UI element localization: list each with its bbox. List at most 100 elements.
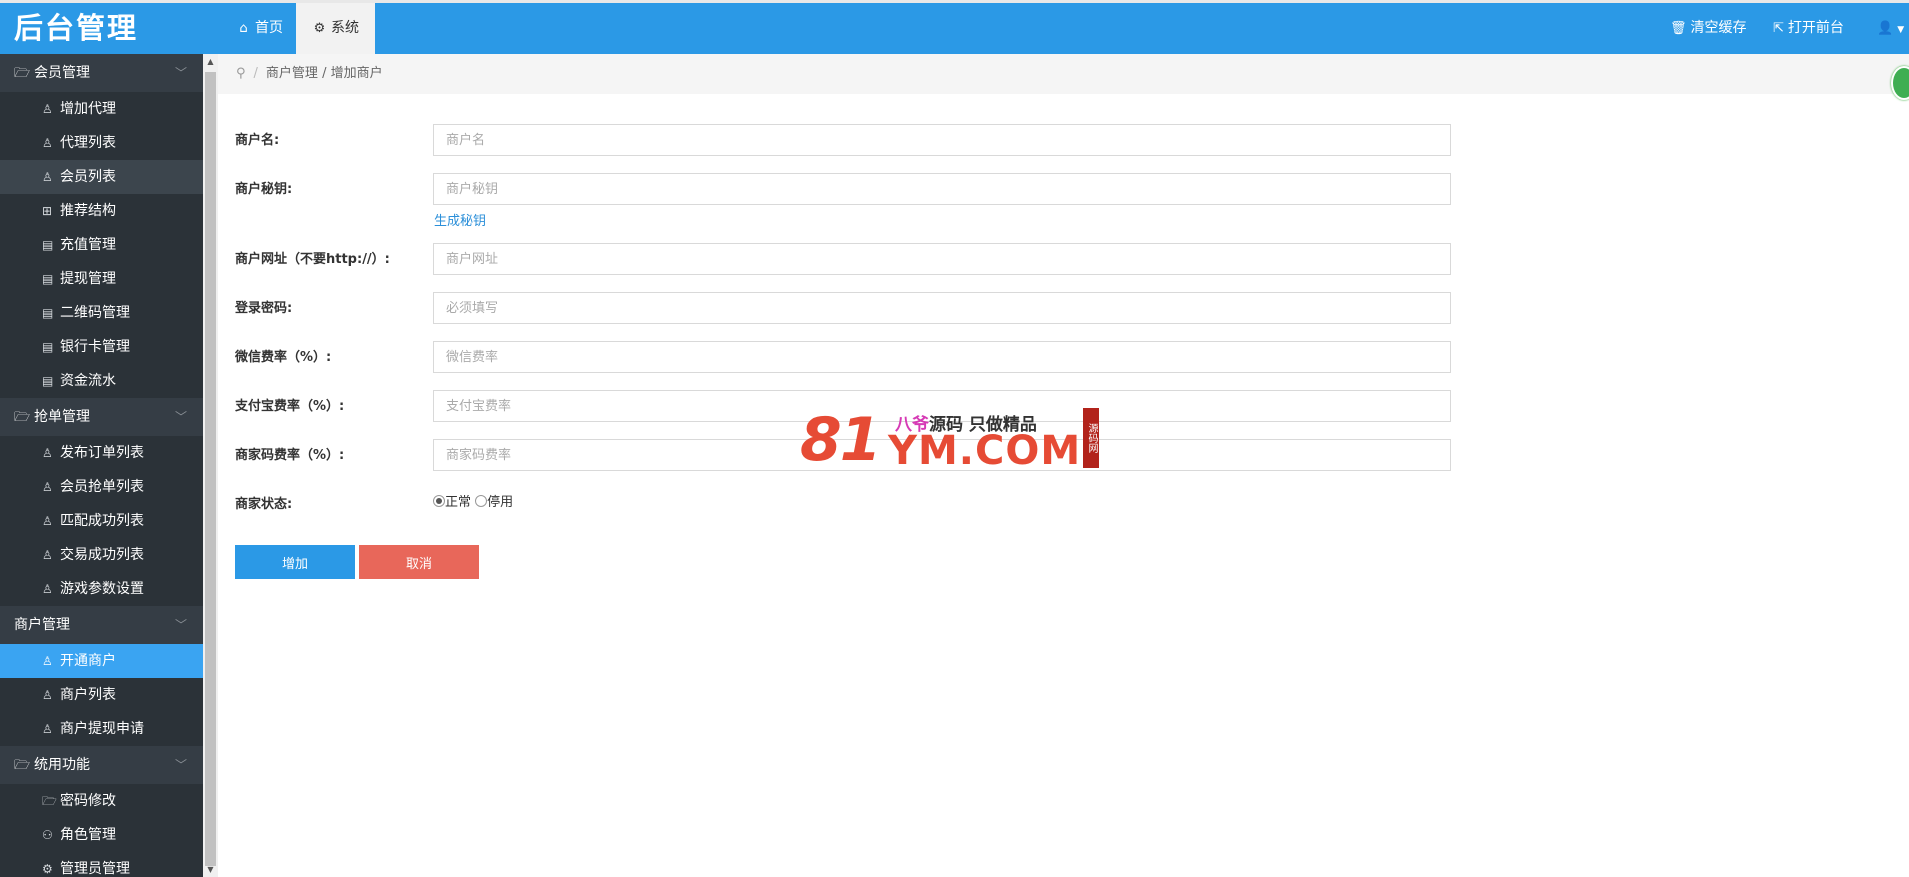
- add-button[interactable]: 增加: [235, 545, 355, 579]
- status-option-normal[interactable]: 正常: [445, 495, 471, 510]
- sidebar-item-label: 资金流水: [60, 373, 116, 389]
- user-icon: ♙: [42, 688, 53, 702]
- sidebar-item-admins[interactable]: ⚙ 管理员管理: [0, 852, 203, 877]
- status-option-disabled[interactable]: 停用: [487, 495, 513, 510]
- user-icon: ♙: [42, 102, 53, 116]
- sidebar-item-label: 增加代理: [60, 101, 116, 117]
- status-label: 商家状态:: [235, 497, 293, 512]
- sidebar-group-merchant[interactable]: 商户管理 ﹀: [0, 606, 203, 644]
- sidebar-item-qrcode[interactable]: ▤ 二维码管理: [0, 296, 203, 330]
- sidebar-item-label: 会员抢单列表: [60, 479, 144, 495]
- document-icon: ▤: [42, 238, 54, 252]
- open-front-label: 打开前台: [1787, 20, 1844, 36]
- sidebar-item-label: 会员列表: [60, 169, 116, 185]
- sidebar-item-label: 发布订单列表: [60, 445, 144, 461]
- location-pin-icon: ⚲: [236, 66, 246, 81]
- sidebar-item-merchant-list[interactable]: ♙ 商户列表: [0, 678, 203, 712]
- top-header: 后台管理 ⌂ 首页 ⚙ 系统 🗑 清空缓存 ⇱ 打开前台 👤 ▼: [0, 3, 1909, 54]
- generate-key-link[interactable]: 生成秘钥: [434, 210, 486, 229]
- sidebar-group-label: 会员管理: [34, 65, 90, 81]
- sidebar-item-fund-flow[interactable]: ▤ 资金流水: [0, 364, 203, 398]
- document-icon: ▤: [42, 272, 54, 286]
- user-icon: ♙: [42, 480, 53, 494]
- merchant-key-input[interactable]: [433, 173, 1451, 205]
- scrollbar-thumb[interactable]: [205, 72, 216, 866]
- sidebar-item-label: 角色管理: [60, 827, 116, 843]
- merchant-code-rate-label: 商家码费率（%）:: [235, 448, 345, 463]
- watermark-stamp: 源码网: [1083, 408, 1099, 468]
- login-password-input[interactable]: [433, 292, 1451, 324]
- sidebar-item-label: 商户列表: [60, 687, 116, 703]
- watermark: 81 八爷源码 只做精品 YM.COM 源码网: [800, 405, 1110, 475]
- sidebar-group-label: 抢单管理: [34, 409, 90, 425]
- sidebar-item-label: 开通商户: [60, 653, 116, 669]
- tab-system[interactable]: ⚙ 系统: [296, 3, 375, 54]
- sidebar-item-merchant-withdraw[interactable]: ♙ 商户提现申请: [0, 712, 203, 746]
- trash-icon: 🗑: [1670, 21, 1687, 36]
- status-radio-normal[interactable]: [433, 495, 445, 507]
- user-menu-button[interactable]: 👤 ▼: [1877, 3, 1904, 54]
- sidebar-group-member[interactable]: 🗁 会员管理 ﹀: [0, 54, 203, 92]
- chevron-down-icon: ﹀: [174, 618, 187, 632]
- breadcrumb-separator: /: [322, 66, 327, 81]
- sidebar-item-label: 密码修改: [60, 793, 116, 809]
- merchant-url-input[interactable]: [433, 243, 1451, 275]
- breadcrumb-parent[interactable]: 商户管理: [266, 66, 318, 81]
- wechat-rate-input[interactable]: [433, 341, 1451, 373]
- wechat-rate-label: 微信费率（%）:: [235, 350, 332, 365]
- sidebar-item-label: 交易成功列表: [60, 547, 144, 563]
- sidebar-item-trade-success[interactable]: ♙ 交易成功列表: [0, 538, 203, 572]
- sidebar-item-member-list[interactable]: ♙ 会员列表: [0, 160, 203, 194]
- watermark-number: 81: [800, 405, 881, 475]
- caret-down-icon: ▼: [1897, 25, 1905, 35]
- sidebar-item-roles[interactable]: ⚇ 角色管理: [0, 818, 203, 852]
- status-radio-disabled[interactable]: [475, 495, 488, 507]
- breadcrumb-current: 增加商户: [330, 66, 383, 81]
- user-icon: ♙: [42, 136, 53, 150]
- sidebar-item-matched[interactable]: ♙ 匹配成功列表: [0, 504, 203, 538]
- chevron-down-icon: ﹀: [174, 66, 187, 80]
- sidebar-item-label: 管理员管理: [60, 861, 130, 877]
- merchant-name-input[interactable]: [433, 124, 1451, 156]
- scroll-up-arrow-icon[interactable]: ▲: [203, 54, 218, 69]
- sidebar-item-member-grabs[interactable]: ♙ 会员抢单列表: [0, 470, 203, 504]
- breadcrumb-bar: ⚲ / 商户管理 / 增加商户: [218, 54, 1909, 100]
- sidebar-item-add-agent[interactable]: ♙ 增加代理: [0, 92, 203, 126]
- sidebar-item-label: 二维码管理: [60, 305, 130, 321]
- tab-home[interactable]: ⌂ 首页: [220, 3, 299, 54]
- sidebar-item-withdraw[interactable]: ▤ 提现管理: [0, 262, 203, 296]
- sidebar-item-publish-orders[interactable]: ♙ 发布订单列表: [0, 436, 203, 470]
- sidebar-item-game-params[interactable]: ♙ 游戏参数设置: [0, 572, 203, 606]
- tab-home-label: 首页: [255, 20, 283, 36]
- sidebar-group-grab-order[interactable]: 🗁 抢单管理 ﹀: [0, 398, 203, 436]
- cancel-button[interactable]: 取消: [359, 545, 479, 579]
- sidebar-group-label: 统用功能: [34, 757, 90, 773]
- sidebar-item-label: 代理列表: [60, 135, 116, 151]
- sidebar-item-agent-list[interactable]: ♙ 代理列表: [0, 126, 203, 160]
- sidebar-scrollbar[interactable]: ▲ ▼: [203, 54, 218, 877]
- user-icon: 👤: [1877, 21, 1894, 36]
- folder-open-icon: 🗁: [14, 758, 31, 773]
- user-icon: ♙: [42, 514, 53, 528]
- app-title: 后台管理: [0, 3, 234, 54]
- sidebar-group-common[interactable]: 🗁 统用功能 ﹀: [0, 746, 203, 784]
- scroll-down-arrow-icon[interactable]: ▼: [203, 862, 218, 877]
- sidebar-item-label: 充值管理: [60, 237, 116, 253]
- status-radio-group: 正常 停用: [433, 491, 513, 510]
- login-password-label: 登录密码:: [235, 301, 293, 316]
- merchant-key-label: 商户秘钥:: [235, 182, 293, 197]
- sidebar-item-change-password[interactable]: 🗁 密码修改: [0, 784, 203, 818]
- sidebar-item-label: 提现管理: [60, 271, 116, 287]
- sidebar-item-bank-card[interactable]: ▤ 银行卡管理: [0, 330, 203, 364]
- home-icon: ⌂: [239, 21, 248, 36]
- clear-cache-button[interactable]: 🗑 清空缓存: [1670, 3, 1747, 54]
- sidebar-item-open-merchant[interactable]: ♙ 开通商户: [0, 644, 203, 678]
- floating-widget-icon[interactable]: [1891, 66, 1909, 100]
- user-icon: ♙: [42, 582, 53, 596]
- sidebar-item-referral-structure[interactable]: ⊞ 推荐结构: [0, 194, 203, 228]
- chevron-down-icon: ﹀: [174, 410, 187, 424]
- open-front-button[interactable]: ⇱ 打开前台: [1773, 3, 1844, 54]
- alipay-rate-label: 支付宝费率（%）:: [235, 399, 345, 414]
- sidebar-item-recharge[interactable]: ▤ 充值管理: [0, 228, 203, 262]
- merchant-name-label: 商户名:: [235, 133, 280, 148]
